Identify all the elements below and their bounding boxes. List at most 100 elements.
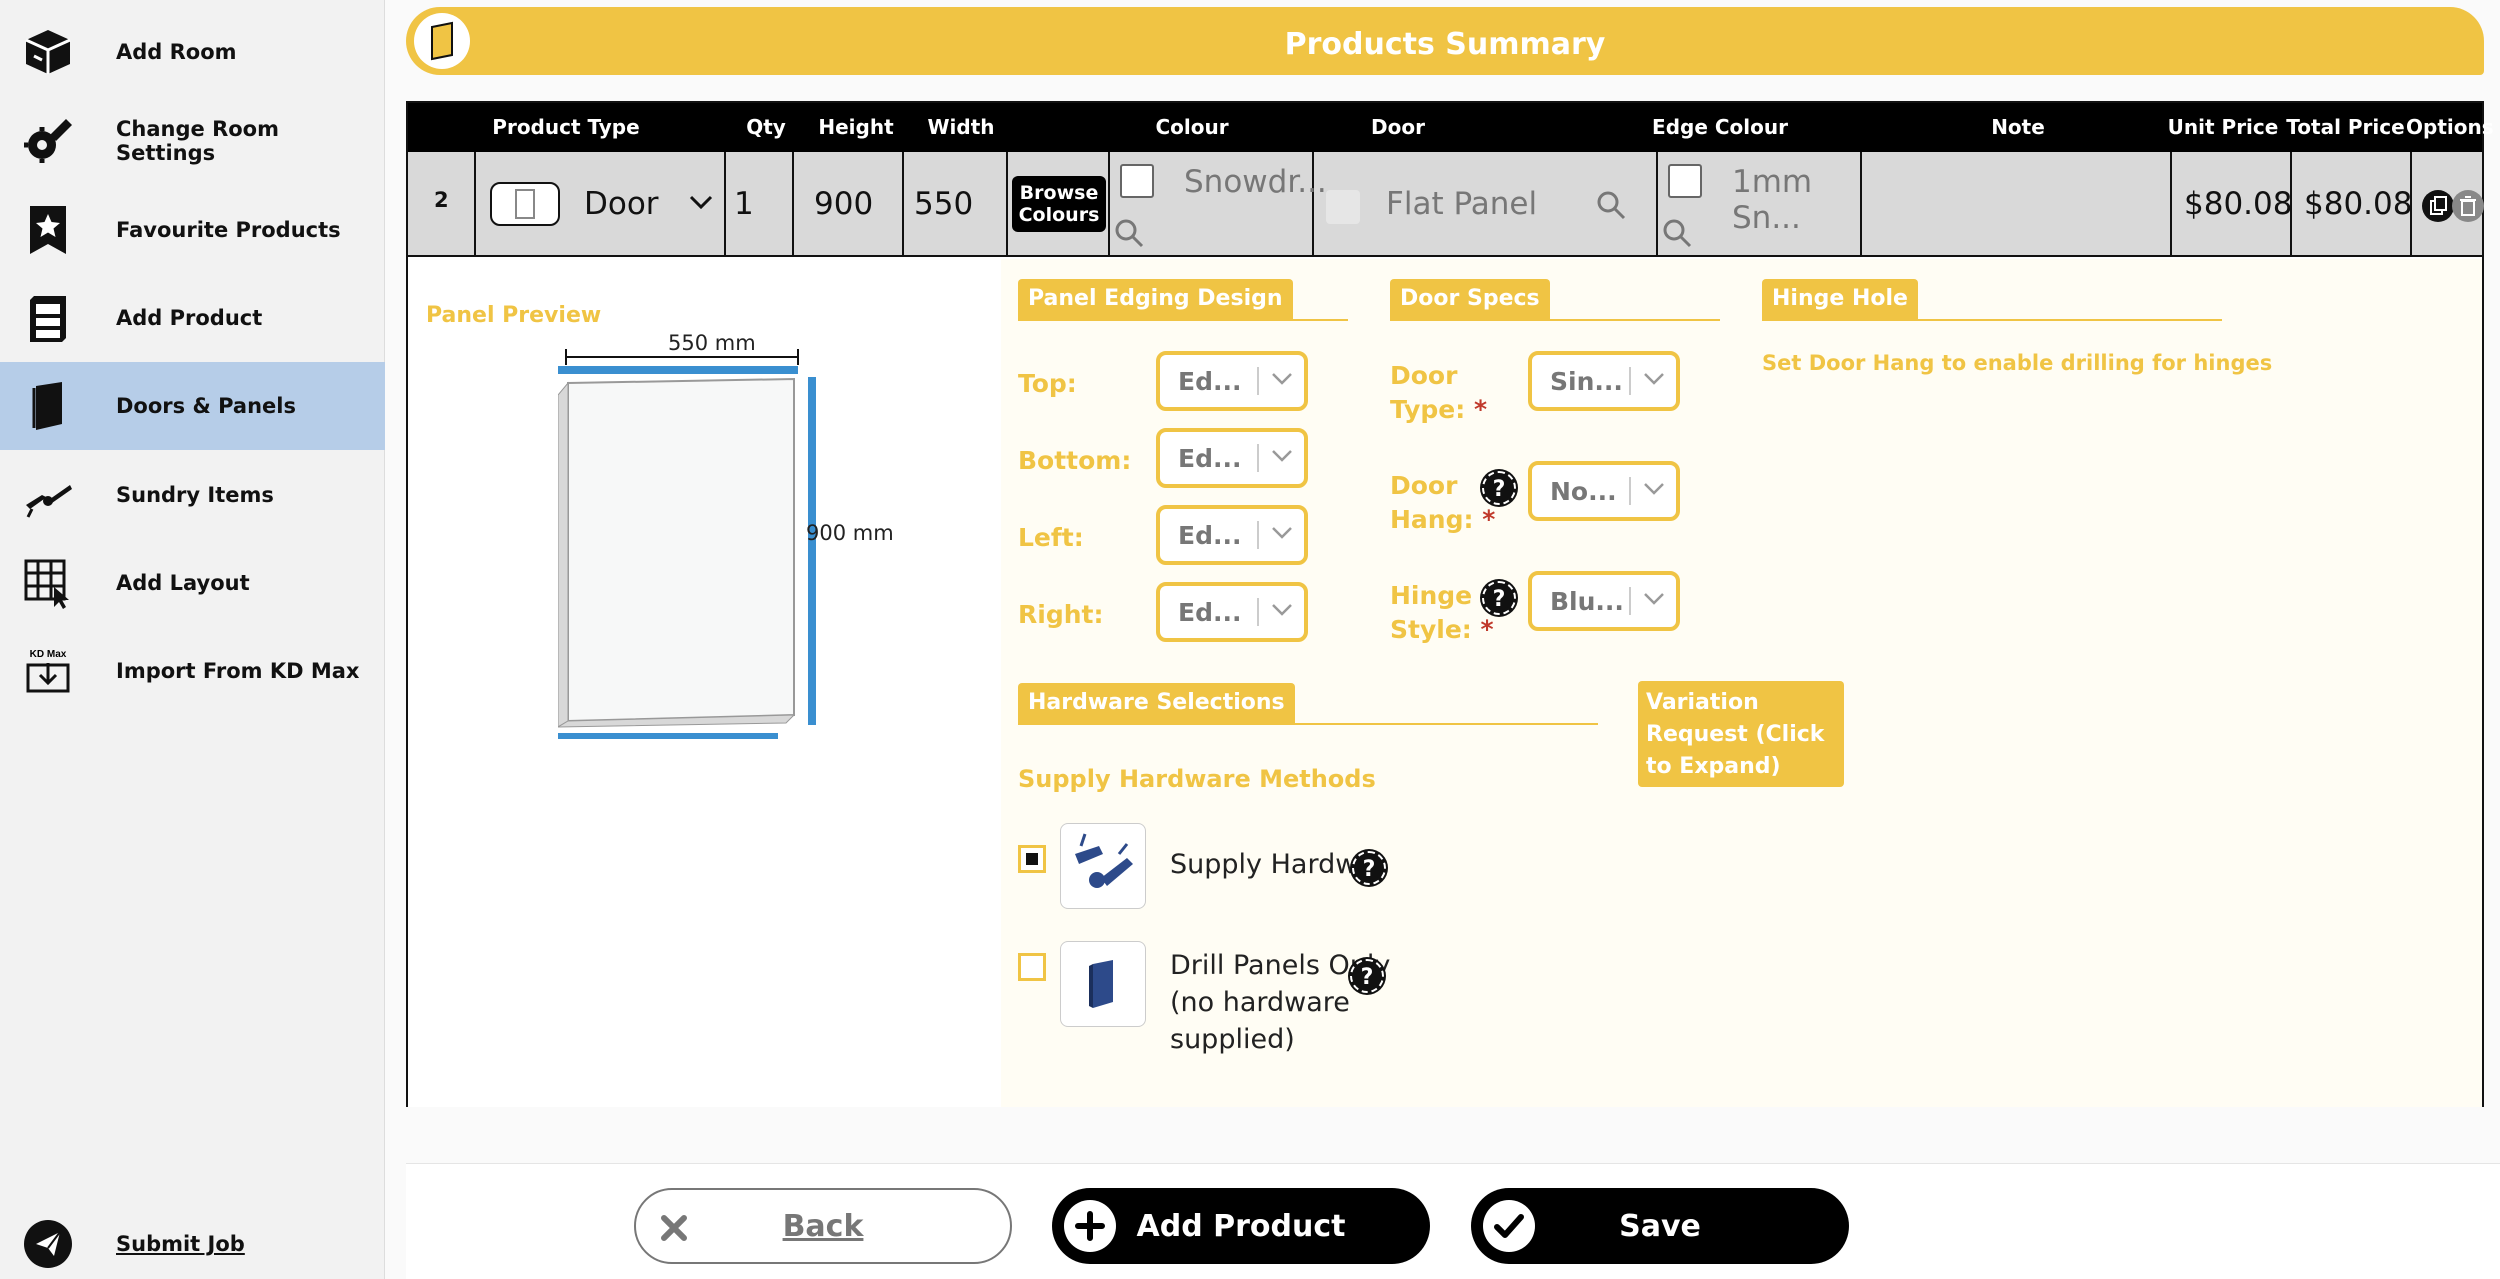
edging-right-select[interactable]: Ed...: [1156, 582, 1308, 642]
door-hang-label: Door Hang: *: [1390, 471, 1496, 534]
note-field[interactable]: [1862, 152, 2172, 257]
variation-request-toggle[interactable]: Variation Request (Click to Expand): [1638, 681, 1844, 787]
sidebar-item-label: Doors & Panels: [116, 394, 296, 418]
edging-bottom-select[interactable]: Ed...: [1156, 428, 1308, 488]
panel-preview-title: Panel Preview: [426, 303, 602, 328]
submit-job-link[interactable]: Submit Job: [0, 1200, 385, 1279]
sidebar-item-label: Import From KD Max: [116, 659, 360, 683]
edging-right-label: Right:: [1018, 600, 1104, 629]
browse-colours-button[interactable]: Browse Colours: [1012, 176, 1106, 232]
door-type-label: Door Type: *: [1390, 361, 1488, 424]
hinge-hole-message: Set Door Hang to enable drilling for hin…: [1762, 351, 2273, 375]
supply-hardware-help-icon[interactable]: ?: [1352, 851, 1386, 885]
edging-left-value: Ed...: [1178, 521, 1242, 550]
drill-panels-only-checkbox[interactable]: [1018, 953, 1046, 981]
edge-colour-checkbox[interactable]: [1668, 164, 1702, 198]
sidebar-item-add-room[interactable]: Add Room: [0, 8, 385, 96]
sidebar-item-label: Change Room Settings: [116, 117, 279, 165]
door-thumbnail-icon: [490, 182, 560, 226]
width-value[interactable]: 550: [914, 186, 973, 222]
products-summary-title: Products Summary: [1284, 27, 1606, 62]
supply-hardware-label: Supply Hardwa: [1170, 849, 1374, 880]
add-product-button[interactable]: Add Product: [1052, 1188, 1430, 1264]
door-type-value: Sin...: [1550, 367, 1623, 396]
height-value[interactable]: 900: [814, 186, 873, 222]
save-button[interactable]: Save: [1471, 1188, 1849, 1264]
row-index: 2: [434, 188, 449, 212]
save-button-label: Save: [1619, 1208, 1701, 1244]
colour-value[interactable]: Snowdr...: [1184, 164, 1327, 200]
sidebar-item-add-layout[interactable]: Add Layout: [0, 539, 385, 627]
edge-colour-value[interactable]: 1mm Sn...: [1732, 164, 1860, 236]
grid-cursor-icon: [22, 557, 74, 609]
door-hang-value: No...: [1550, 477, 1617, 506]
sidebar: Add Room Change Room Settings Favourite …: [0, 0, 385, 1279]
submit-job-label: Submit Job: [116, 1232, 245, 1256]
sidebar-item-favourite-products[interactable]: Favourite Products: [0, 186, 385, 274]
column-header-door: Door: [1371, 115, 1425, 139]
column-header-unit-price: Unit Price: [2167, 115, 2279, 139]
chevron-down-icon: [1270, 602, 1294, 622]
door-hang-select[interactable]: No...: [1528, 461, 1680, 521]
edging-left-select[interactable]: Ed...: [1156, 505, 1308, 565]
edging-top-select[interactable]: Ed...: [1156, 351, 1308, 411]
sidebar-item-label: Favourite Products: [116, 218, 341, 242]
product-type-select[interactable]: Door: [476, 152, 726, 257]
chevron-down-icon: [688, 194, 714, 216]
search-icon[interactable]: [1114, 218, 1144, 248]
edging-right-value: Ed...: [1178, 598, 1242, 627]
door-type-select[interactable]: Sin...: [1528, 351, 1680, 411]
search-icon[interactable]: [1596, 190, 1626, 220]
hinge-style-select[interactable]: Blu...: [1528, 571, 1680, 631]
column-header-qty: Qty: [746, 115, 786, 139]
sidebar-item-import-kd-max[interactable]: KD Max Import From KD Max: [0, 627, 385, 715]
qty-value[interactable]: 1: [734, 186, 754, 222]
star-bookmark-icon: [22, 204, 74, 256]
sidebar-item-doors-panels[interactable]: Doors & Panels: [0, 362, 385, 450]
sidebar-item-sundry-items[interactable]: Sundry Items: [0, 451, 385, 539]
door-icon: [22, 380, 74, 432]
door-value[interactable]: Flat Panel: [1386, 186, 1537, 222]
column-header-options: Options: [2406, 115, 2494, 139]
door-hang-help-icon[interactable]: ?: [1482, 471, 1516, 505]
sidebar-item-add-product[interactable]: Add Product: [0, 274, 385, 362]
panel-drill-icon: [1060, 941, 1146, 1027]
box-icon: [22, 26, 74, 78]
hinge-hole-tab: Hinge Hole: [1762, 279, 1918, 319]
settings-pencil-icon: [22, 115, 74, 167]
paper-plane-icon: [22, 1218, 74, 1270]
search-icon[interactable]: [1662, 218, 1692, 248]
table-row: 2 Door 1 900 550 Browse Colours Snowdr..…: [408, 152, 2484, 257]
sidebar-item-label: Add Layout: [116, 571, 250, 595]
product-detail-panel: Panel Preview 550 mm 900 mm Panel Edging…: [408, 259, 2482, 1107]
edging-bottom-value: Ed...: [1178, 444, 1242, 473]
supply-hardware-checkbox[interactable]: [1018, 845, 1046, 873]
add-product-button-label: Add Product: [1136, 1208, 1346, 1244]
chevron-down-icon: [1270, 371, 1294, 391]
sidebar-item-change-room-settings[interactable]: Change Room Settings: [0, 97, 385, 185]
back-button-label: Back: [782, 1208, 864, 1244]
chevron-down-icon: [1270, 448, 1294, 468]
panel-edging-design-tab: Panel Edging Design: [1018, 279, 1293, 319]
copy-icon[interactable]: [2422, 190, 2454, 222]
column-header-product-type: Product Type: [492, 115, 640, 139]
column-header-colour: Colour: [1155, 115, 1229, 139]
sidebar-item-label: Add Room: [116, 40, 237, 64]
edging-top-label: Top:: [1018, 369, 1077, 398]
column-header-edge-colour: Edge Colour: [1652, 115, 1788, 139]
hinge-style-value: Blu...: [1550, 587, 1624, 616]
cabinet-icon: [22, 292, 74, 344]
column-header-note: Note: [1991, 115, 2045, 139]
total-price-value: $80.08: [2304, 186, 2413, 222]
products-table: Product Type Qty Height Width Colour Doo…: [406, 101, 2494, 1107]
column-header-height: Height: [818, 115, 894, 139]
drill-panels-help-icon[interactable]: ?: [1350, 959, 1384, 993]
delete-icon[interactable]: [2452, 190, 2484, 222]
back-button[interactable]: Back: [634, 1188, 1012, 1264]
hinge-icon: [22, 469, 74, 521]
colour-checkbox[interactable]: [1120, 164, 1154, 198]
edging-bottom-label: Bottom:: [1018, 446, 1132, 475]
hinge-hardware-icon: [1060, 823, 1146, 909]
product-type-value: Door: [584, 186, 659, 222]
hinge-style-help-icon[interactable]: ?: [1482, 581, 1516, 615]
